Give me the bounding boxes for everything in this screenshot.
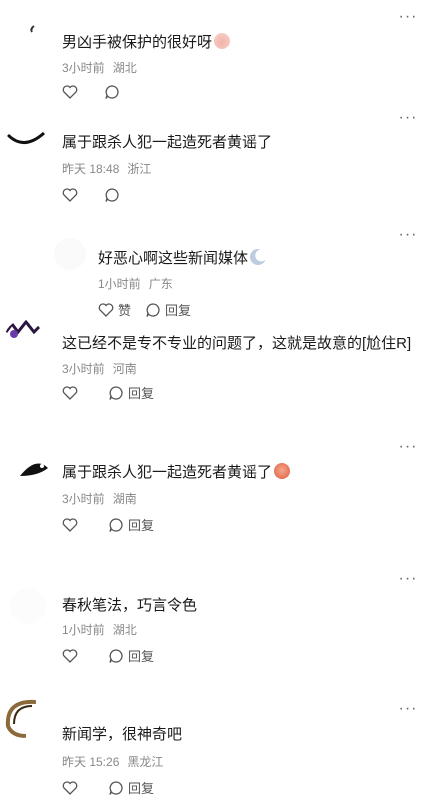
comment-actions: 赞 回复 [98, 300, 213, 319]
reply-label: 回复 [165, 303, 192, 318]
reply-bubble-icon [109, 517, 123, 532]
avatar[interactable] [12, 14, 52, 54]
heart-icon [62, 648, 78, 663]
comment-meta: 3小时前 河南 [62, 360, 137, 377]
reply-label: 回复 [128, 781, 155, 796]
avatar[interactable] [14, 446, 54, 486]
heart-icon [98, 302, 114, 317]
more-options-button[interactable]: ··· [397, 571, 419, 587]
avatar[interactable] [4, 320, 44, 360]
more-options-button[interactable]: ··· [397, 9, 419, 25]
comment-location: 浙江 [127, 162, 152, 176]
comment-time: 3小时前 [62, 61, 105, 75]
comment-location: 湖南 [112, 492, 137, 506]
like-button[interactable] [62, 85, 82, 99]
comment-meta: 3小时前 湖南 [62, 490, 137, 507]
comment-time: 3小时前 [62, 492, 105, 506]
more-options-button[interactable]: ··· [397, 701, 419, 717]
reply-label: 回复 [128, 518, 155, 533]
reply-button[interactable] [104, 84, 124, 100]
comment-location: 黑龙江 [127, 755, 164, 769]
heart-icon [62, 188, 78, 202]
comment-text: 这已经不是专不专业的问题了，这就是故意的[尬住R] [62, 335, 412, 352]
moon-emoji-icon [250, 249, 267, 265]
comment-actions: 回复 [62, 646, 176, 665]
heart-icon [62, 85, 78, 99]
comment-text: 春秋笔法，巧言令色 [62, 597, 198, 614]
like-label: 赞 [118, 303, 132, 318]
reply-button[interactable]: 回复 [108, 646, 154, 665]
reply-bubble-icon [146, 302, 160, 317]
like-button[interactable] [62, 188, 82, 202]
reply-button[interactable]: 回复 [108, 778, 154, 797]
comment-actions: 回复 [62, 383, 176, 402]
comment-time: 3小时前 [62, 362, 105, 376]
reply-bubble-icon [109, 385, 123, 400]
reply-button[interactable]: 回复 [145, 300, 191, 319]
reply-button[interactable] [104, 187, 124, 203]
reply-label: 回复 [128, 386, 155, 401]
comment-actions [62, 84, 146, 100]
comment-location: 湖北 [112, 61, 137, 75]
comment-location: 湖北 [112, 623, 137, 637]
avatar[interactable] [6, 109, 46, 149]
like-button[interactable] [62, 780, 82, 795]
angry-face-emoji-icon [274, 463, 291, 479]
reply-bubble-icon [105, 188, 119, 202]
comment-meta: 3小时前 湖北 [62, 59, 137, 76]
avatar[interactable] [2, 696, 44, 738]
heart-icon [62, 780, 78, 795]
comment-actions: 回复 [62, 778, 176, 797]
avatar[interactable] [8, 586, 48, 626]
comment-time: 1小时前 [98, 277, 141, 291]
heart-icon [62, 385, 78, 400]
more-options-button[interactable]: ··· [397, 110, 419, 126]
comment-meta: 1小时前 湖北 [62, 621, 137, 638]
more-options-button[interactable]: ··· [397, 227, 419, 243]
more-options-button[interactable]: ··· [397, 439, 419, 455]
peach-emoji-icon [214, 33, 231, 49]
comment-time: 昨天 18:48 [62, 162, 120, 176]
reply-label: 回复 [128, 649, 155, 664]
comment-meta: 昨天 15:26 黑龙江 [62, 753, 163, 770]
avatar[interactable] [52, 236, 88, 272]
comment-time: 1小时前 [62, 623, 105, 637]
reply-bubble-icon [109, 648, 123, 663]
reply-bubble-icon [105, 85, 119, 99]
comment-location: 广东 [148, 277, 173, 291]
comment-time: 昨天 15:26 [62, 755, 120, 769]
like-button[interactable] [62, 517, 82, 532]
like-button[interactable]: 赞 [98, 300, 131, 319]
comment-meta: 1小时前 广东 [98, 275, 173, 292]
reply-button[interactable]: 回复 [108, 515, 154, 534]
reply-button[interactable]: 回复 [108, 383, 154, 402]
comment-meta: 昨天 18:48 浙江 [62, 160, 151, 177]
like-button[interactable] [62, 648, 82, 663]
comment-actions: 回复 [62, 515, 176, 534]
heart-icon [62, 517, 78, 532]
comment-actions [62, 187, 146, 203]
comment-text: 属于跟杀人犯一起造死者黄谣了 [62, 461, 291, 482]
like-button[interactable] [62, 385, 82, 400]
comment-text: 男凶手被保护的很好呀 [62, 31, 231, 52]
comment-text: 好恶心啊这些新闻媒体 [98, 247, 267, 268]
comment-text: 新闻学，很神奇吧 [62, 726, 183, 743]
reply-bubble-icon [109, 780, 123, 795]
comment-text: 属于跟杀人犯一起造死者黄谣了 [62, 134, 273, 151]
comment-location: 河南 [112, 362, 137, 376]
